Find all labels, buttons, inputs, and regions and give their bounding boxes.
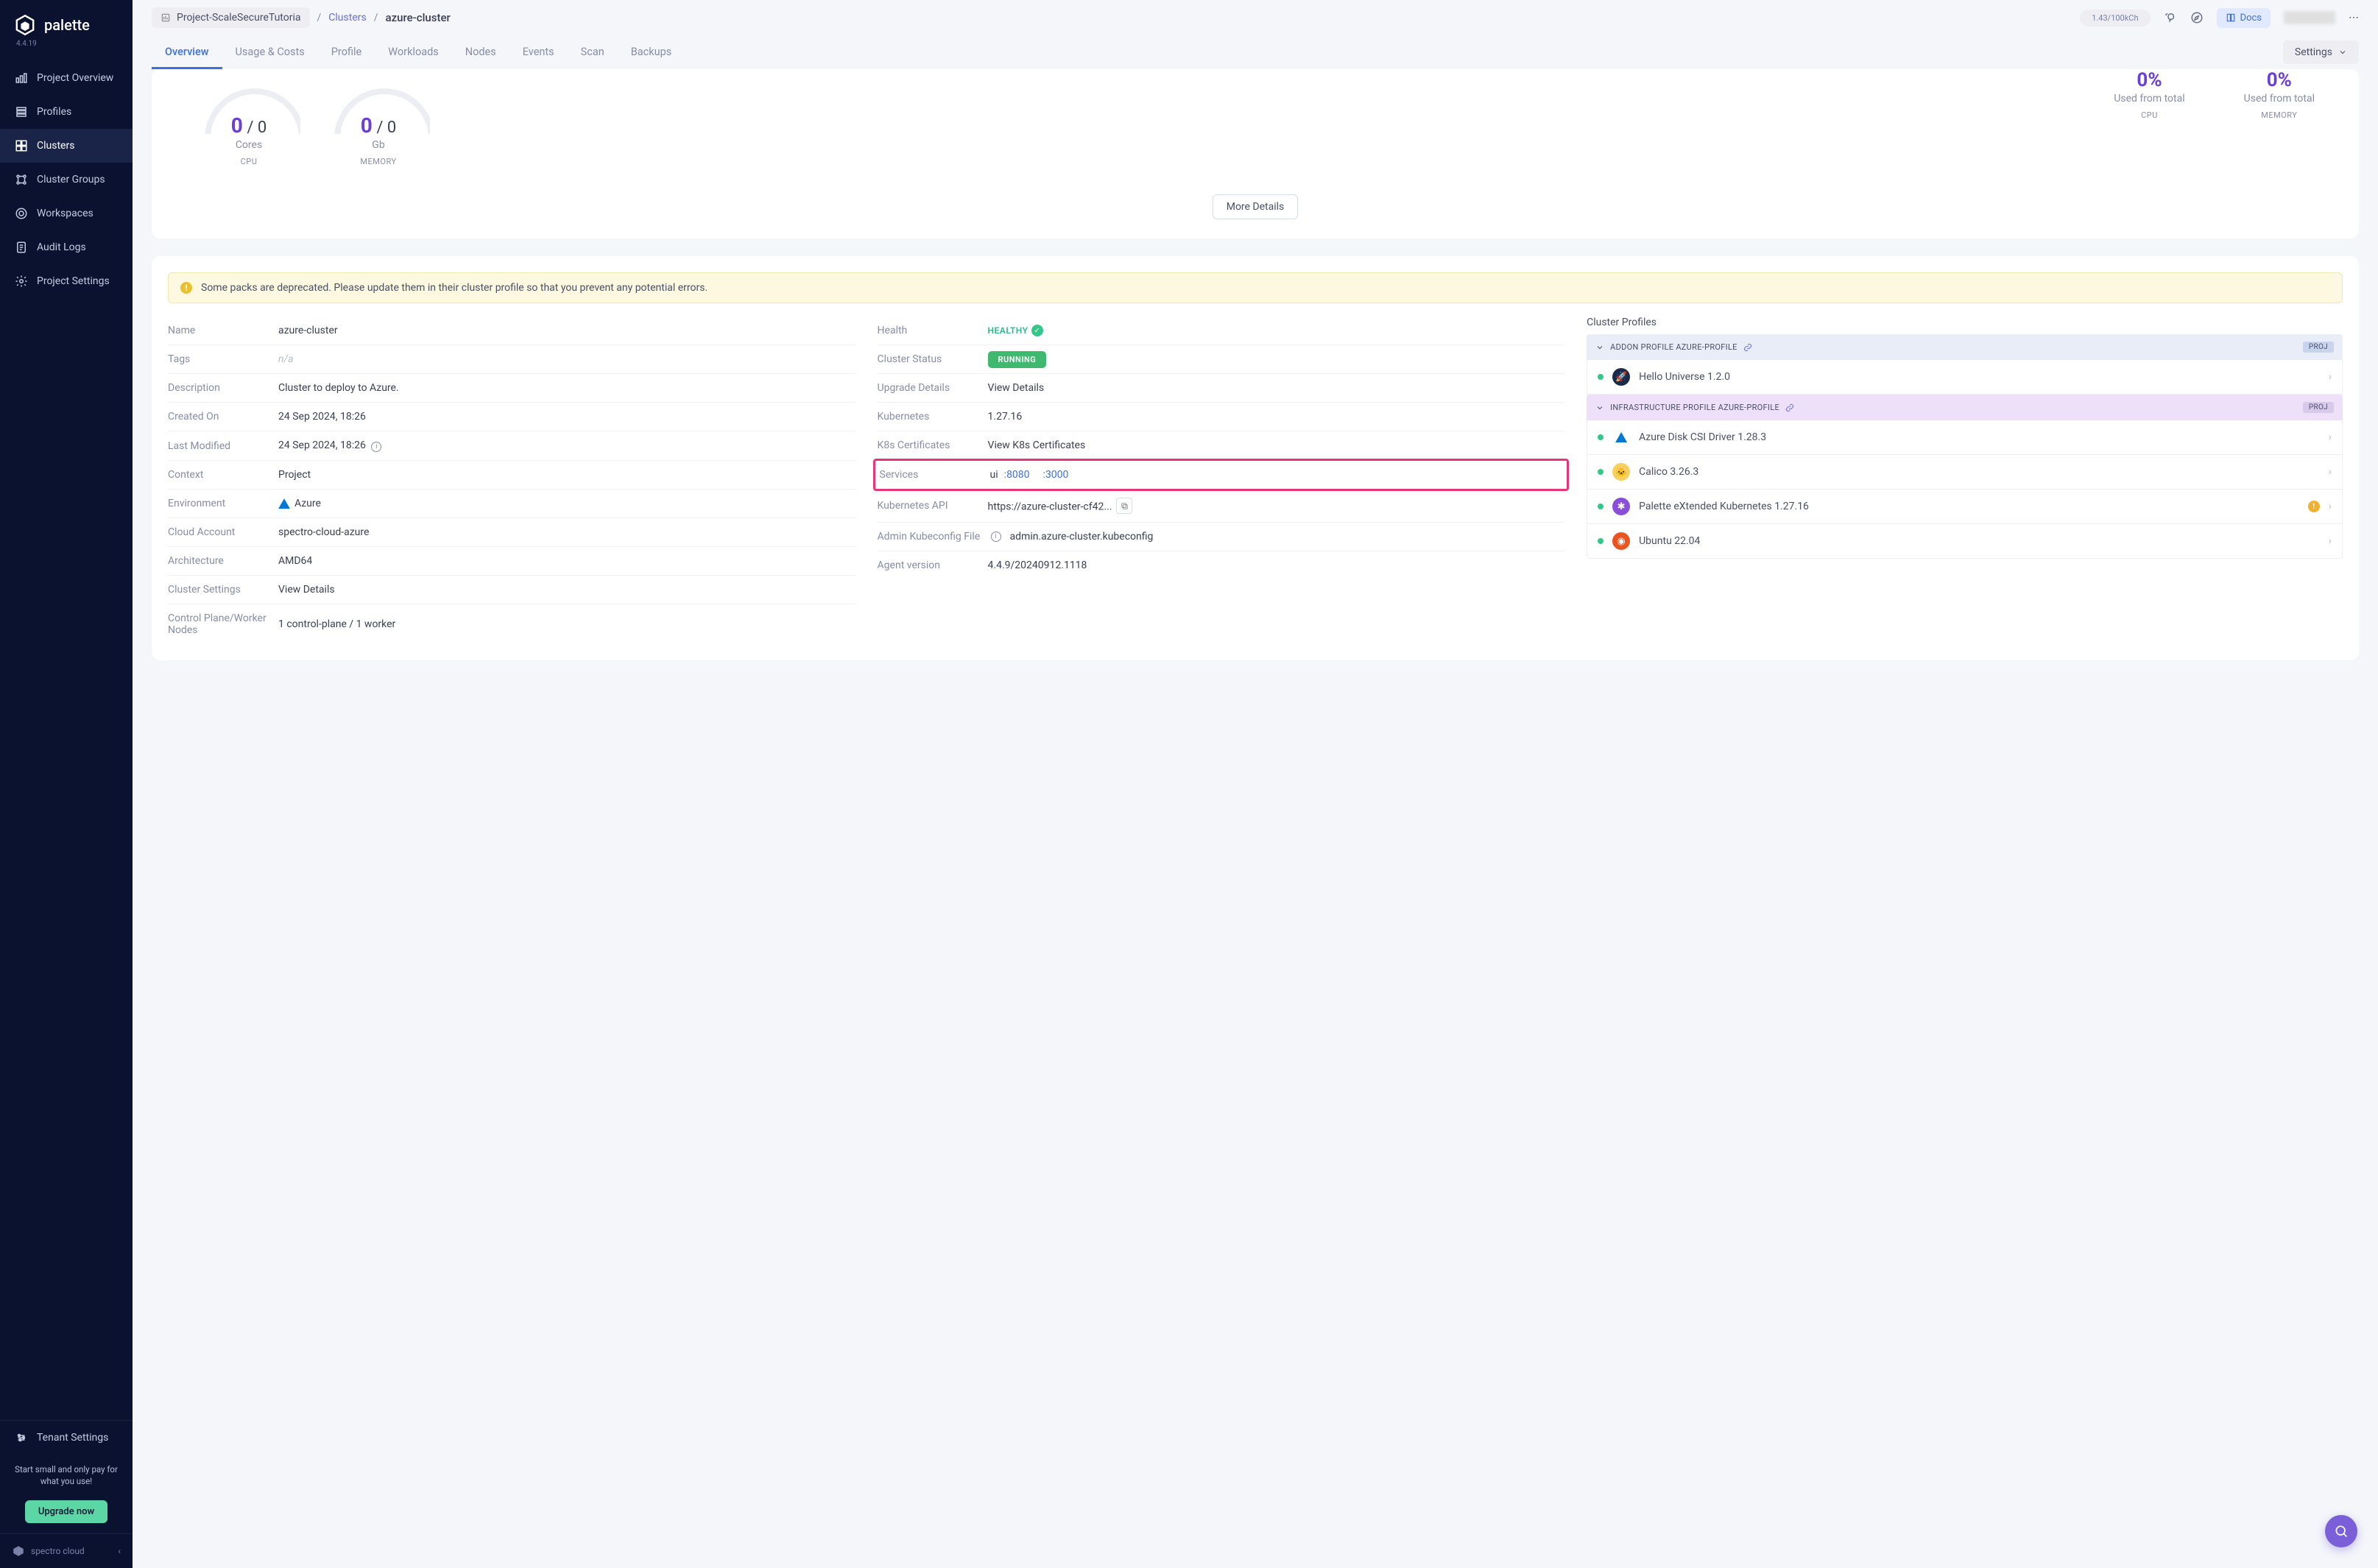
explore-icon[interactable] (2190, 11, 2204, 24)
env-value: Azure (278, 498, 855, 509)
logo: palette (0, 0, 133, 40)
nav-audit-logs[interactable]: Audit Logs (0, 230, 133, 264)
promo-text: Start small and only pay for what you us… (0, 1455, 133, 1496)
nav-label: Clusters (37, 140, 74, 152)
nav-cluster-groups[interactable]: Cluster Groups (0, 163, 133, 197)
sidebar: palette 4.4.19 Project Overview Profiles… (0, 0, 133, 1568)
k8s-certs-link[interactable]: View K8s Certificates (988, 439, 1565, 451)
more-menu-icon[interactable]: ⋯ (2349, 12, 2359, 24)
upgrade-details-link[interactable]: View Details (988, 382, 1565, 394)
addon-profile-header[interactable]: ADDON PROFILE AZURE-PROFILE PROJ (1587, 334, 2343, 360)
kubeconfig-link[interactable]: admin.azure-cluster.kubeconfig (1010, 531, 1565, 543)
chevron-down-icon (1595, 403, 1604, 412)
link-icon (1785, 403, 1794, 412)
breadcrumb-current: azure-cluster (386, 11, 451, 24)
pack-ubuntu[interactable]: ◉Ubuntu 22.04› (1587, 524, 2343, 559)
user-menu[interactable] (2284, 11, 2335, 24)
nav-workspaces[interactable]: Workspaces (0, 197, 133, 230)
chevron-right-icon: › (2329, 501, 2332, 512)
version-label: 4.4.19 (0, 40, 133, 61)
k8s-api-value: https://azure-cluster-cf42... (988, 498, 1565, 514)
upgrade-button[interactable]: Upgrade now (25, 1500, 107, 1523)
chevron-right-icon: › (2329, 371, 2332, 383)
service-port-3000[interactable]: :3000 (1043, 469, 1069, 481)
tags-value: n/a (278, 353, 855, 365)
credits-badge: 1.43/100kCh (2080, 10, 2150, 27)
warning-icon: ! (2308, 501, 2320, 512)
nav-label: Cluster Groups (37, 174, 105, 186)
chevron-right-icon: › (2329, 466, 2332, 478)
tabs: Overview Usage & Costs Profile Workloads… (133, 35, 2378, 69)
nav-label: Project Overview (37, 72, 113, 84)
help-fab[interactable] (2325, 1515, 2357, 1547)
tab-backups[interactable]: Backups (618, 35, 685, 69)
docs-button[interactable]: Docs (2217, 8, 2271, 28)
check-icon: ✓ (1031, 325, 1043, 336)
description-value: Cluster to deploy to Azure. (278, 382, 855, 394)
cluster-name-value: azure-cluster (278, 325, 855, 336)
nav-project-overview[interactable]: Project Overview (0, 61, 133, 95)
nav-tenant-settings[interactable]: Tenant Settings (0, 1421, 133, 1455)
tab-events[interactable]: Events (509, 35, 568, 69)
nav-project-settings[interactable]: Project Settings (0, 264, 133, 298)
project-selector[interactable]: Project-ScaleSecureTutoria (152, 7, 310, 28)
chevron-right-icon: › (2329, 535, 2332, 547)
copy-icon[interactable] (1116, 498, 1132, 514)
pack-pxk[interactable]: ✱Palette eXtended Kubernetes 1.27.16!› (1587, 490, 2343, 524)
tab-scan[interactable]: Scan (568, 35, 618, 69)
warning-icon: ! (180, 282, 192, 294)
collapse-sidebar-icon[interactable]: ‹ (118, 1546, 121, 1556)
chevron-down-icon (1595, 343, 1604, 352)
info-icon[interactable]: i (371, 442, 381, 452)
k8s-version: 1.27.16 (988, 411, 1565, 423)
arch-value: AMD64 (278, 555, 855, 567)
profiles-title: Cluster Profiles (1587, 317, 2343, 328)
created-value: 24 Sep 2024, 18:26 (278, 411, 855, 423)
more-details-button[interactable]: More Details (1213, 194, 1299, 219)
pack-azure-disk[interactable]: Azure Disk CSI Driver 1.28.3› (1587, 420, 2343, 455)
deprecated-alert: ! Some packs are deprecated. Please upda… (168, 272, 2343, 303)
tab-nodes[interactable]: Nodes (452, 35, 509, 69)
context-value: Project (278, 469, 855, 481)
pack-hello-universe[interactable]: 🚀Hello Universe 1.2.0› (1587, 360, 2343, 395)
brand-footer: spectro cloud ‹ (0, 1533, 133, 1568)
pack-calico[interactable]: 🐱Calico 3.26.3› (1587, 455, 2343, 490)
nav-label: Profiles (37, 106, 71, 118)
nav-profiles[interactable]: Profiles (0, 95, 133, 129)
cpu-gauge: 0 / 0 Cores CPU (197, 82, 300, 166)
chevron-right-icon: › (2329, 431, 2332, 443)
settings-button[interactable]: Settings (2283, 40, 2359, 64)
memory-gauge: 0 / 0 Gb MEMORY (327, 82, 430, 166)
modified-value: 24 Sep 2024, 18:26 i (278, 439, 855, 452)
services-value: ui:8080:3000 (990, 469, 1563, 481)
tab-usage-costs[interactable]: Usage & Costs (222, 35, 318, 69)
services-row-highlighted: Servicesui:8080:3000 (873, 459, 1570, 491)
service-port-8080[interactable]: :8080 (1004, 469, 1030, 481)
status-value: RUNNING (988, 353, 1565, 365)
metrics-card: 0 / 0 Cores CPU 0 / 0 Gb MEMORY 0% Used … (152, 69, 2359, 239)
infra-profile-header[interactable]: INFRASTRUCTURE PROFILE AZURE-PROFILE PRO… (1587, 395, 2343, 420)
cpu-percent: 0% Used from total CPU (2114, 69, 2184, 120)
health-value: HEALTHY✓ (988, 325, 1565, 336)
account-value: spectro-cloud-azure (278, 526, 855, 538)
tab-profile[interactable]: Profile (318, 35, 375, 69)
nodes-value: 1 control-plane / 1 worker (278, 618, 855, 630)
nav-clusters[interactable]: Clusters (0, 129, 133, 163)
nav-label: Audit Logs (37, 241, 86, 253)
link-icon (1743, 343, 1752, 352)
topbar: Project-ScaleSecureTutoria / Clusters / … (133, 0, 2378, 35)
tab-overview[interactable]: Overview (152, 35, 222, 69)
nav-label: Tenant Settings (37, 1432, 108, 1444)
cluster-settings-link[interactable]: View Details (278, 584, 855, 596)
chat-icon[interactable] (2164, 11, 2177, 24)
azure-icon (278, 498, 290, 509)
info-icon[interactable]: i (991, 532, 1001, 542)
nav-label: Project Settings (37, 275, 110, 287)
tab-workloads[interactable]: Workloads (375, 35, 452, 69)
breadcrumb-clusters[interactable]: Clusters (328, 12, 366, 24)
agent-version: 4.4.9/20240912.1118 (988, 559, 1565, 571)
nav-label: Workspaces (37, 208, 94, 219)
details-card: ! Some packs are deprecated. Please upda… (152, 256, 2359, 660)
memory-percent: 0% Used from total MEMORY (2244, 69, 2315, 120)
